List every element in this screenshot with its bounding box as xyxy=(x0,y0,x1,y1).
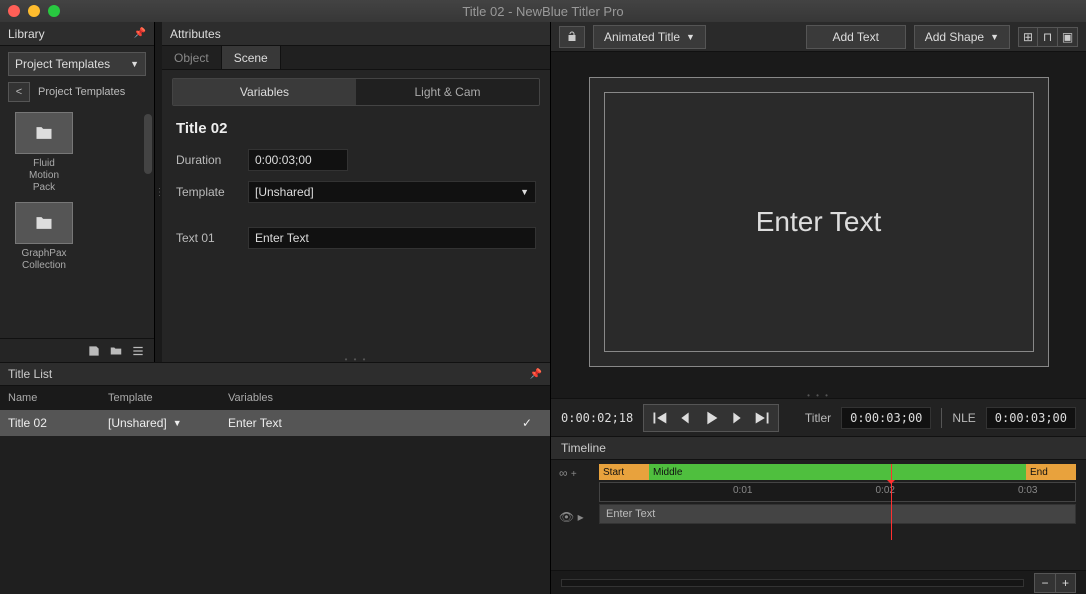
title-type-dropdown[interactable]: Animated Title ▼ xyxy=(593,25,706,49)
zoom-out-button[interactable]: − xyxy=(1035,574,1055,592)
scrollbar[interactable] xyxy=(144,114,152,174)
unlock-icon xyxy=(566,31,578,43)
nle-timecode[interactable]: 0:00:03;00 xyxy=(986,407,1076,429)
grid-icon[interactable]: ⊞ xyxy=(1018,27,1038,47)
duration-input[interactable]: 0:00:03;00 xyxy=(248,149,348,171)
playhead[interactable] xyxy=(891,464,892,540)
col-name: Name xyxy=(8,392,108,404)
titlelist-row[interactable]: Title 02 [Unshared]▼ Enter Text ✓ xyxy=(0,410,550,436)
text01-label: Text 01 xyxy=(176,231,248,245)
library-dropdown[interactable]: Project Templates ▼ xyxy=(8,52,146,76)
region-middle[interactable]: Middle xyxy=(649,464,1026,480)
template-select[interactable]: [Unshared] ▼ xyxy=(248,181,536,203)
chevron-down-icon: ▼ xyxy=(520,187,529,197)
back-button[interactable]: < xyxy=(8,82,30,102)
safe-zone-icon[interactable]: ⊓ xyxy=(1038,27,1058,47)
subtab-lightcam[interactable]: Light & Cam xyxy=(356,79,539,105)
timeline-header: Timeline xyxy=(561,441,606,455)
import-icon[interactable] xyxy=(108,344,124,358)
preview-canvas[interactable]: Enter Text xyxy=(589,77,1049,367)
check-icon[interactable]: ✓ xyxy=(512,416,542,430)
goto-start-button[interactable] xyxy=(648,409,670,427)
add-text-button[interactable]: Add Text xyxy=(806,25,906,49)
zoom-in-button[interactable]: + xyxy=(1055,574,1075,592)
pin-icon[interactable]: 📌 xyxy=(134,28,146,39)
library-item[interactable]: Fluid Motion Pack xyxy=(8,112,80,194)
titler-timecode[interactable]: 0:00:03;00 xyxy=(841,407,931,429)
attributes-header: Attributes xyxy=(170,27,221,41)
save-template-icon[interactable] xyxy=(86,344,102,358)
transport-bar: 0:00:02;18 Titler 0:00:03;00 NLE 0:00:03… xyxy=(551,398,1086,436)
duration-label: Duration xyxy=(176,153,248,167)
library-header: Library xyxy=(8,27,45,41)
chevron-down-icon[interactable]: ▼ xyxy=(173,418,182,428)
titlebar: Title 02 - NewBlue Titler Pro xyxy=(0,0,1086,22)
attributes-title: Title 02 xyxy=(176,120,536,137)
titlelist-columns: Name Template Variables xyxy=(0,386,550,410)
timeline-ruler[interactable]: 0:01 0:02 0:03 xyxy=(599,482,1076,502)
vertical-splitter[interactable]: ⋮ xyxy=(155,22,162,362)
timeline-regions[interactable]: Start Middle End xyxy=(599,464,1076,480)
fullscreen-icon[interactable]: ▣ xyxy=(1058,27,1078,47)
titler-label: Titler xyxy=(805,411,831,425)
window-title: Title 02 - NewBlue Titler Pro xyxy=(0,4,1086,19)
lock-button[interactable] xyxy=(559,26,585,48)
region-start[interactable]: Start xyxy=(599,464,649,480)
chevron-down-icon: ▼ xyxy=(990,32,999,42)
nle-label: NLE xyxy=(952,411,975,425)
tab-object[interactable]: Object xyxy=(162,46,222,69)
separator xyxy=(941,408,942,428)
library-panel: Library 📌 Project Templates ▼ < Project … xyxy=(0,22,155,362)
template-label: Template xyxy=(176,185,248,199)
prev-frame-button[interactable] xyxy=(674,409,696,427)
folder-icon xyxy=(31,123,57,143)
add-shape-dropdown[interactable]: Add Shape ▼ xyxy=(914,25,1010,49)
attributes-panel: Attributes Object Scene Variables Light … xyxy=(162,22,550,362)
tab-scene[interactable]: Scene xyxy=(222,46,281,69)
timeline-area[interactable]: ∞ + 👁 ▸ Start Middle End 0:01 0:02 0:03 … xyxy=(551,460,1086,570)
next-frame-button[interactable] xyxy=(726,409,748,427)
goto-end-button[interactable] xyxy=(752,409,774,427)
col-template: Template xyxy=(108,392,228,404)
safe-zone-outline xyxy=(604,92,1034,352)
subtab-variables[interactable]: Variables xyxy=(173,79,356,105)
pin-icon[interactable]: 📌 xyxy=(530,369,542,380)
folder-icon xyxy=(31,213,57,233)
breadcrumb[interactable]: Project Templates xyxy=(38,86,125,98)
preview-area: Enter Text xyxy=(551,52,1086,392)
col-variables: Variables xyxy=(228,392,542,404)
titlelist-header: Title List xyxy=(8,367,52,381)
preview-toolbar: Animated Title ▼ Add Text Add Shape ▼ ⊞ … xyxy=(551,22,1086,52)
list-view-icon[interactable] xyxy=(130,344,146,358)
text01-input[interactable]: Enter Text xyxy=(248,227,536,249)
visibility-icon[interactable]: 👁 ▸ xyxy=(559,510,584,524)
loop-icon[interactable]: ∞ + xyxy=(559,466,584,480)
chevron-down-icon: ▼ xyxy=(130,59,139,69)
chevron-down-icon: ▼ xyxy=(686,32,695,42)
timeline-track[interactable]: Enter Text xyxy=(599,504,1076,524)
current-timecode: 0:00:02;18 xyxy=(561,411,633,425)
region-end[interactable]: End xyxy=(1026,464,1076,480)
timeline-scrollbar[interactable] xyxy=(561,579,1024,587)
library-item[interactable]: GraphPax Collection xyxy=(8,202,80,272)
titlelist-body xyxy=(0,436,550,594)
play-button[interactable] xyxy=(700,409,722,427)
